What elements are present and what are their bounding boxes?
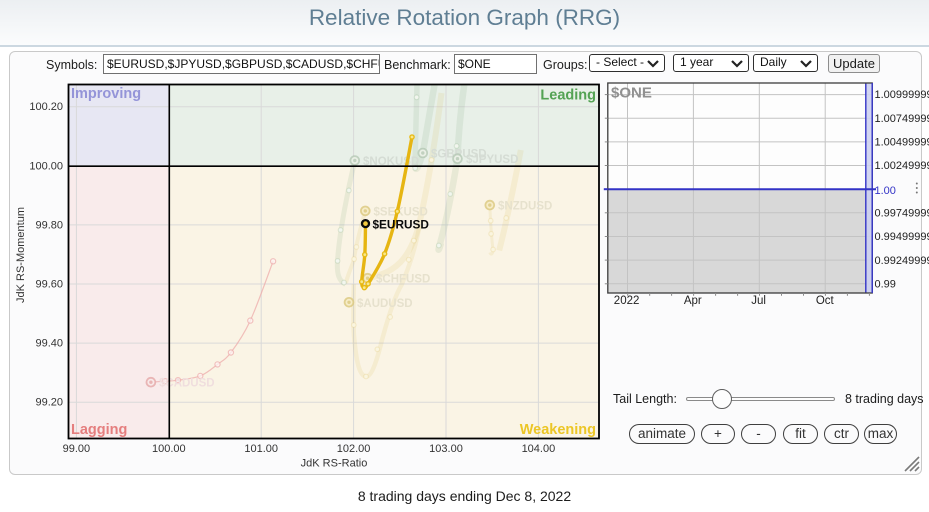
svg-text:104.00: 104.00	[522, 443, 556, 455]
svg-text:$NZDUSD: $NZDUSD	[498, 201, 552, 213]
svg-text:103.00: 103.00	[429, 443, 463, 455]
svg-text:99.40: 99.40	[35, 338, 63, 350]
svg-text:100.00: 100.00	[152, 443, 186, 455]
svg-text:JdK RS-Momentum: JdK RS-Momentum	[15, 207, 27, 303]
svg-text:$EURUSD: $EURUSD	[373, 218, 430, 232]
svg-text:0.99499999: 0.99499999	[875, 231, 929, 243]
svg-text:JdK RS-Ratio: JdK RS-Ratio	[301, 458, 368, 470]
svg-text:$CADUSD: $CADUSD	[159, 378, 215, 390]
svg-text:99.20: 99.20	[35, 397, 63, 409]
svg-text:1.00249999: 1.00249999	[875, 160, 929, 172]
svg-text:99.60: 99.60	[35, 279, 63, 291]
svg-text:Oct: Oct	[816, 295, 835, 307]
svg-text:99.80: 99.80	[35, 219, 63, 231]
svg-text:0.99749999: 0.99749999	[875, 207, 929, 219]
svg-text:Jul: Jul	[751, 295, 766, 307]
svg-text:1.00499999: 1.00499999	[875, 137, 929, 149]
svg-text:$CHFUSD: $CHFUSD	[376, 274, 430, 286]
svg-text:1.00999999: 1.00999999	[875, 89, 929, 101]
svg-text:Apr: Apr	[684, 295, 702, 307]
svg-text:0.99249999: 0.99249999	[875, 255, 929, 267]
svg-text:Weakening: Weakening	[520, 422, 596, 438]
svg-text:99.00: 99.00	[63, 443, 91, 455]
svg-text:Leading: Leading	[540, 88, 596, 104]
svg-text:102.00: 102.00	[337, 443, 371, 455]
svg-text:$AUDUSD: $AUDUSD	[357, 298, 413, 310]
svg-text:100.00: 100.00	[29, 160, 63, 172]
svg-text:Lagging: Lagging	[71, 422, 127, 438]
svg-text:1.00749999: 1.00749999	[875, 113, 929, 125]
svg-text:$ONE: $ONE	[611, 85, 652, 102]
svg-text:1.00: 1.00	[875, 185, 896, 197]
svg-text:$JPYUSD: $JPYUSD	[466, 154, 518, 166]
svg-text:0.99: 0.99	[875, 278, 896, 290]
svg-text:101.00: 101.00	[244, 443, 278, 455]
svg-text:Improving: Improving	[71, 86, 141, 102]
svg-text:2022: 2022	[614, 295, 640, 307]
svg-text:100.20: 100.20	[29, 101, 63, 113]
